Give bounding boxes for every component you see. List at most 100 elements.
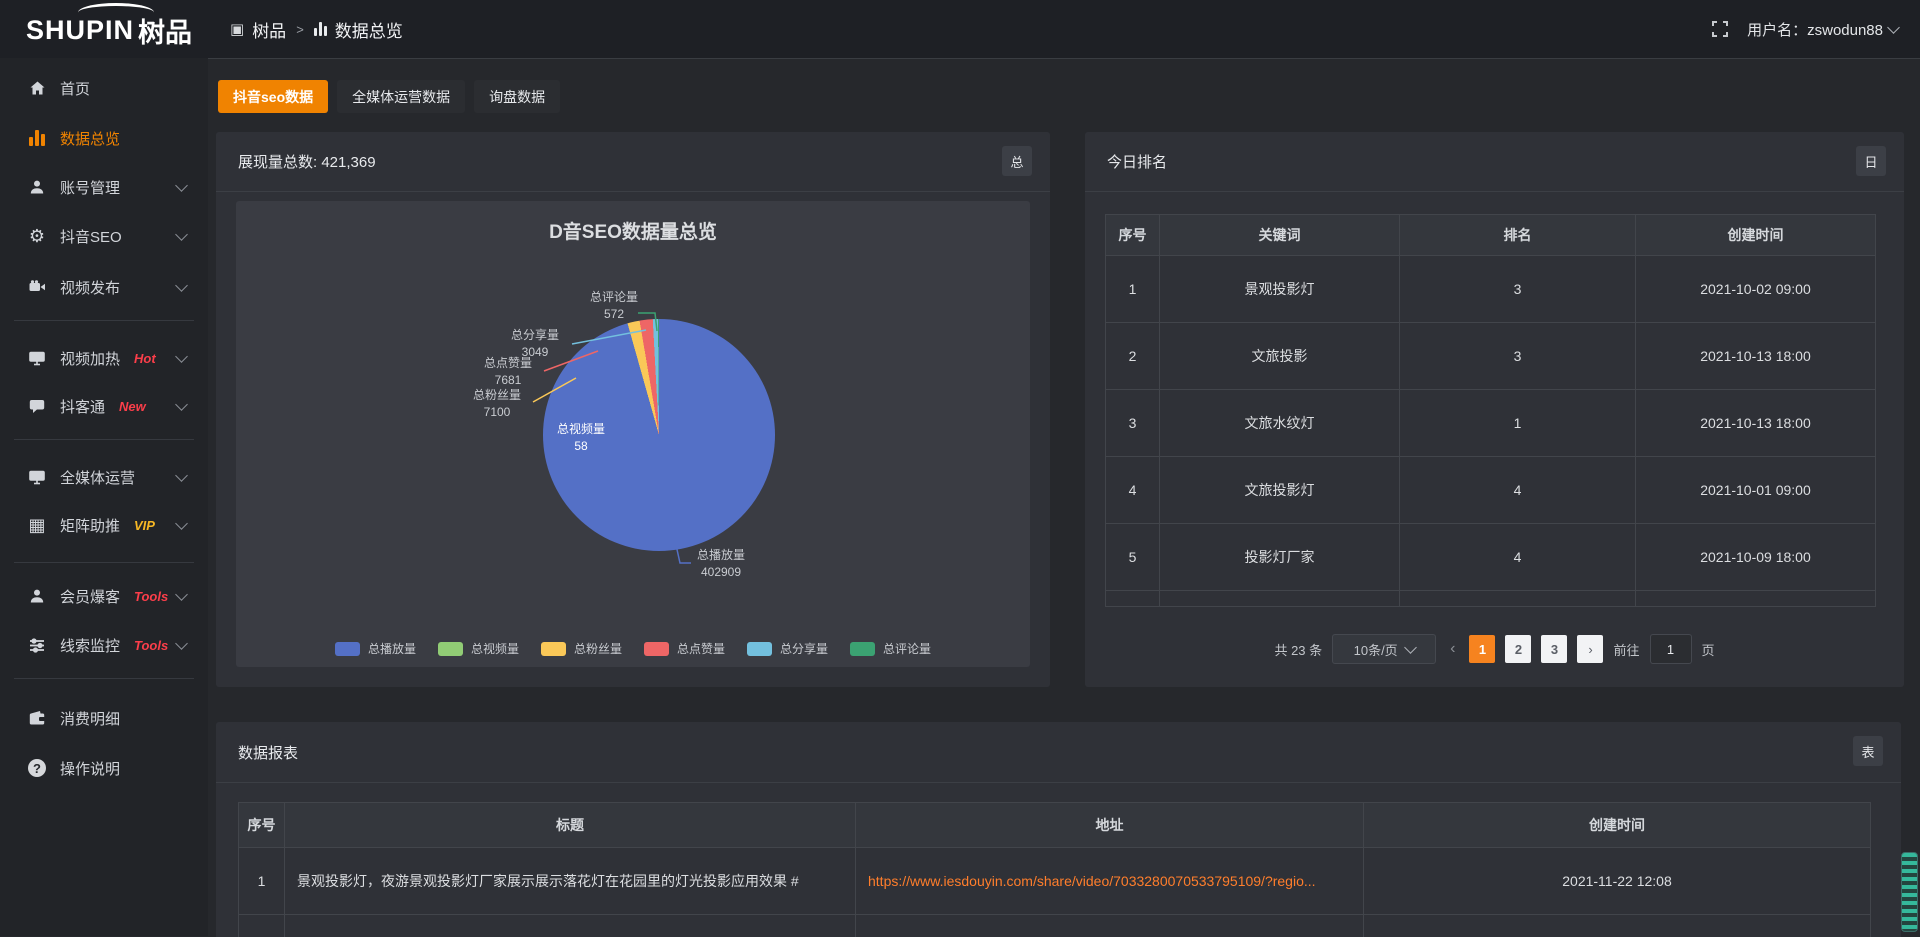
video-link[interactable]: https://www.iesdouyin.com/share/video/70… xyxy=(868,873,1316,889)
legend-item-share[interactable]: 总分享量 xyxy=(747,640,828,657)
grid-icon: ▦ xyxy=(26,516,48,534)
chevron-down-icon xyxy=(175,179,188,192)
chevron-down-icon xyxy=(175,228,188,241)
app-square-icon: ▣ xyxy=(230,22,244,37)
gear-icon: ⚙ xyxy=(26,227,48,245)
chevron-down-icon xyxy=(175,350,188,363)
sidebar-item-home[interactable]: 首页 xyxy=(0,64,208,112)
pie-chart-card: D音SEO数据量总览 总评论量572 总分享量3049 总点赞量7681 总粉丝… xyxy=(236,201,1030,667)
day-badge-button[interactable]: 日 xyxy=(1856,146,1886,176)
breadcrumb-app[interactable]: 树品 xyxy=(252,17,286,42)
user-icon xyxy=(26,179,48,195)
col-index: 序号 xyxy=(239,803,285,848)
sidebar-item-instructions[interactable]: ? 操作说明 xyxy=(0,744,208,792)
sidebar-item-video-publish[interactable]: 视频发布 xyxy=(0,263,208,311)
chart-title: D音SEO数据量总览 xyxy=(236,217,1030,244)
table-row: 2 文旅投影 3 2021-10-13 18:00 xyxy=(1106,323,1875,390)
sidebar-item-consumption[interactable]: 消费明细 xyxy=(0,694,208,742)
tab-douyin-seo[interactable]: 抖音seo数据 xyxy=(218,80,328,113)
chevron-down-icon xyxy=(175,588,188,601)
bar-chart-icon xyxy=(314,22,327,36)
username-label: 用户名：zswodun88 xyxy=(1747,19,1883,40)
sidebar-item-label: 数据总览 xyxy=(60,128,120,149)
tools-badge: Tools xyxy=(134,638,168,653)
table-row: 1 景观投影灯 3 2021-10-02 09:00 xyxy=(1106,256,1875,323)
chevron-down-icon xyxy=(175,517,188,530)
sidebar-item-label: 全媒体运营 xyxy=(60,467,135,488)
vip-badge: VIP xyxy=(134,518,155,533)
created-time: 2021-11-22 12:08 xyxy=(1364,848,1870,915)
table-row: 3 文旅水纹灯 1 2021-10-13 18:00 xyxy=(1106,390,1875,457)
sidebar: 首页 数据总览 账号管理 ⚙ 抖音SEO 视频发布 视频加热 Hot 抖客通 N… xyxy=(0,58,208,936)
report-table: 序号 标题 地址 创建时间 1 景观投影灯，夜游景观投影灯厂家展示展示落花灯在花… xyxy=(238,802,1871,937)
goto-suffix: 页 xyxy=(1702,640,1715,659)
overview-panel: 展现量总数: 421,369 总 D音SEO数据量总览 总评论量572 总分享量… xyxy=(216,132,1050,687)
page-button-1[interactable]: 1 xyxy=(1469,635,1495,663)
prev-page-button[interactable]: ‹ xyxy=(1446,640,1459,658)
sidebar-item-douyin-seo[interactable]: ⚙ 抖音SEO xyxy=(0,212,208,260)
table-row: 5 投影灯厂家 4 2021-10-09 18:00 xyxy=(1106,524,1875,591)
sidebar-item-video-heat[interactable]: 视频加热 Hot xyxy=(0,334,208,382)
video-title: 景观投影灯，夜游景观投影灯厂家展示展示落花灯在花园里的灯光投影应用效果 # xyxy=(285,848,856,915)
chevron-down-icon xyxy=(175,637,188,650)
legend-item-play[interactable]: 总播放量 xyxy=(335,640,416,657)
table-row-stub xyxy=(239,915,1870,937)
sidebar-divider xyxy=(14,678,194,679)
ranking-panel-header: 今日排名 日 xyxy=(1085,132,1904,192)
sidebar-divider xyxy=(14,320,194,321)
pie-label-fans: 总粉丝量7100 xyxy=(437,387,557,422)
col-index: 序号 xyxy=(1106,215,1160,256)
goto-page-input[interactable] xyxy=(1650,634,1692,664)
sliders-icon xyxy=(26,638,48,653)
sidebar-item-lead-monitor[interactable]: 线索监控 Tools xyxy=(0,621,208,669)
sidebar-item-media-operation[interactable]: 全媒体运营 xyxy=(0,453,208,501)
topbar: SHUPIN 树品 ▣ 树品 > 数据总览 用户名：zswodun88 xyxy=(0,0,1920,58)
page-size-select[interactable]: 10条/页 xyxy=(1332,634,1436,664)
fullscreen-icon[interactable] xyxy=(1711,20,1729,38)
table-row-stub xyxy=(1106,591,1875,606)
sidebar-item-data-overview[interactable]: 数据总览 xyxy=(0,114,208,162)
sidebar-item-doketong[interactable]: 抖客通 New xyxy=(0,382,208,430)
page-button-3[interactable]: 3 xyxy=(1541,635,1567,663)
tab-inquiry[interactable]: 询盘数据 xyxy=(474,80,560,113)
next-page-button[interactable]: › xyxy=(1577,635,1603,663)
total-badge-button[interactable]: 总 xyxy=(1002,146,1032,176)
chevron-down-icon xyxy=(175,469,188,482)
user-menu[interactable]: 用户名：zswodun88 xyxy=(1747,19,1898,40)
legend-item-like[interactable]: 总点赞量 xyxy=(644,640,725,657)
pie-label-video: 总视频量58 xyxy=(521,421,641,456)
sidebar-item-label: 首页 xyxy=(60,78,90,99)
table-badge-button[interactable]: 表 xyxy=(1853,736,1883,766)
data-tabs: 抖音seo数据 全媒体运营数据 询盘数据 xyxy=(218,80,560,113)
legend-item-fans[interactable]: 总粉丝量 xyxy=(541,640,622,657)
home-icon xyxy=(26,80,48,96)
chevron-down-icon xyxy=(175,398,188,411)
chat-icon xyxy=(26,399,48,414)
chevron-down-icon xyxy=(1887,21,1900,34)
video-camera-icon xyxy=(26,280,48,294)
breadcrumb: ▣ 树品 > 数据总览 xyxy=(230,0,403,58)
main-content: 抖音seo数据 全媒体运营数据 询盘数据 展现量总数: 421,369 总 D音… xyxy=(208,58,1920,937)
monitor-icon xyxy=(26,470,48,485)
pie-label-like: 总点赞量7681 xyxy=(448,355,568,390)
overview-panel-header: 展现量总数: 421,369 总 xyxy=(216,132,1050,192)
table-row: 4 文旅投影灯 4 2021-10-01 09:00 xyxy=(1106,457,1875,524)
legend-item-comment[interactable]: 总评论量 xyxy=(850,640,931,657)
sidebar-item-label: 矩阵助推 xyxy=(60,515,120,536)
sidebar-item-label: 抖客通 xyxy=(60,396,105,417)
page-button-2[interactable]: 2 xyxy=(1505,635,1531,663)
breadcrumb-page[interactable]: 数据总览 xyxy=(335,17,403,42)
tools-badge: Tools xyxy=(134,589,168,604)
user-icon xyxy=(26,588,48,604)
sidebar-item-member-burst[interactable]: 会员爆客 Tools xyxy=(0,572,208,620)
report-panel-header: 数据报表 表 xyxy=(216,722,1901,783)
pie-label-play: 总播放量402909 xyxy=(661,547,781,582)
tab-media-operation[interactable]: 全媒体运营数据 xyxy=(337,80,465,113)
sidebar-item-account[interactable]: 账号管理 xyxy=(0,163,208,211)
col-created: 创建时间 xyxy=(1636,215,1875,256)
sidebar-item-label: 消费明细 xyxy=(60,708,120,729)
report-panel-title: 数据报表 xyxy=(238,742,298,763)
sidebar-item-matrix-boost[interactable]: ▦ 矩阵助推 VIP xyxy=(0,501,208,549)
scroll-float-widget[interactable] xyxy=(1901,852,1918,932)
legend-item-video[interactable]: 总视频量 xyxy=(438,640,519,657)
